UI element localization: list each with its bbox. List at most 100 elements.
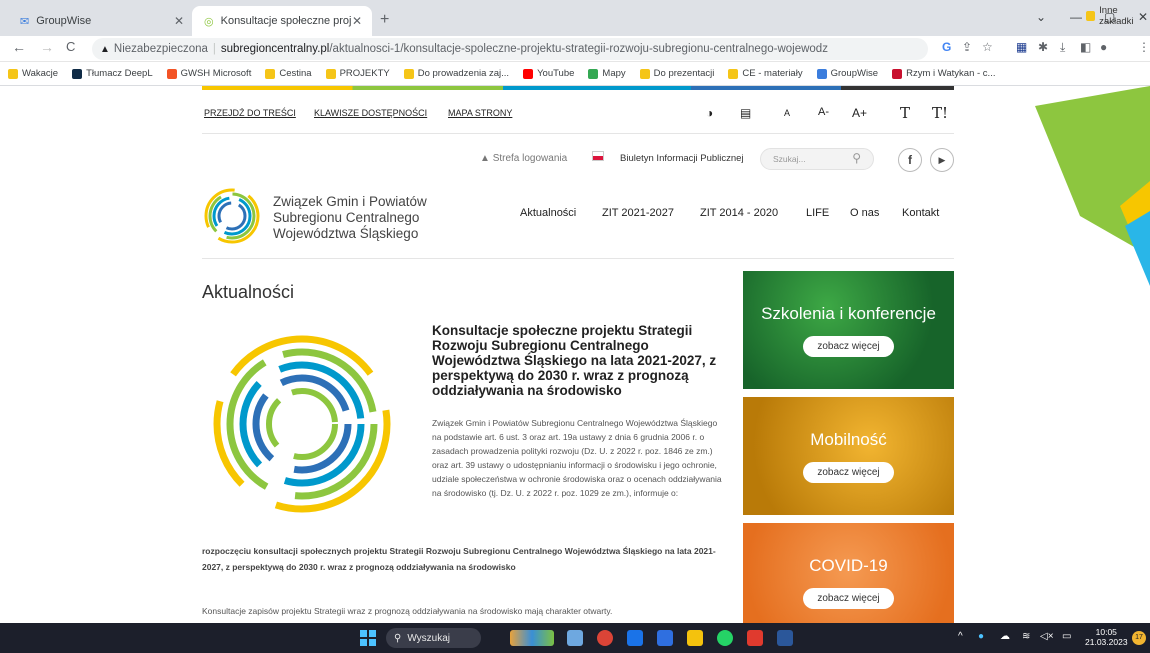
bookmark-item[interactable]: PROJEKTY (325, 68, 390, 79)
promo-szkolenia[interactable]: Szkolenia i konferencje zobacz więcej (743, 271, 954, 389)
bookmark-item[interactable]: Mapy (588, 68, 626, 79)
font-larger-icon[interactable]: A- (818, 106, 829, 118)
taskbar-search[interactable]: ⚲ Wyszukaj (386, 628, 481, 648)
promo-button[interactable]: zobacz więcej (803, 335, 894, 357)
widgets-icon[interactable] (510, 630, 554, 646)
other-bookmarks[interactable]: Inne zakładki (1086, 5, 1150, 27)
chrome-icon[interactable] (597, 630, 613, 646)
bookmark-item[interactable]: Do prowadzenia zaj... (403, 68, 509, 79)
promo-covid[interactable]: COVID-19 zobacz więcej (743, 523, 954, 623)
warning-icon: ▲ (100, 43, 110, 55)
close-tab-icon[interactable]: ✕ (352, 14, 362, 28)
article-title: Konsultacje społeczne projektu Strategii… (432, 323, 717, 398)
login-link[interactable]: ▲ Strefa logowania (480, 153, 567, 164)
bookmark-icon (265, 68, 276, 79)
bookmark-icon (8, 68, 18, 79)
profile-avatar-icon[interactable]: ● (1100, 40, 1107, 54)
bookmark-item[interactable]: Tłumacz DeepL (72, 68, 153, 79)
nav-zit-2021[interactable]: ZIT 2021-2027 (602, 207, 674, 219)
wifi-icon[interactable]: ≋ (1022, 631, 1030, 642)
sitemap-link[interactable]: MAPA STRONY (448, 108, 512, 118)
promo-mobilnosc[interactable]: Mobilność zobacz więcej (743, 397, 954, 515)
site-name[interactable]: Związek Gmin i Powiatów Subregionu Centr… (273, 194, 427, 242)
bookmark-item[interactable]: Wakacje (8, 68, 58, 79)
extension-icon[interactable]: ▦ (1016, 40, 1027, 54)
nav-life[interactable]: LIFE (806, 207, 829, 219)
onedrive-icon[interactable]: ☁ (1000, 631, 1010, 642)
promo-title: Mobilność (810, 429, 887, 449)
whatsapp-icon[interactable] (717, 630, 733, 646)
outlook-icon[interactable] (627, 630, 643, 646)
new-tab-button[interactable]: + (380, 11, 389, 29)
bookmark-label: Cestina (279, 68, 312, 79)
nav-zit-2014[interactable]: ZIT 2014 - 2020 (700, 207, 778, 219)
bookmark-item[interactable]: Do prezentacji (639, 68, 715, 79)
bookmark-item[interactable]: YouTube (523, 68, 574, 79)
battery-icon[interactable]: ▭ (1062, 631, 1071, 642)
nav-o-nas[interactable]: O nas (850, 207, 879, 219)
nav-aktualnosci[interactable]: Aktualności (520, 207, 576, 219)
bookmark-label: Wakacje (22, 68, 59, 79)
bookmark-label: Do prezentacji (653, 68, 715, 79)
contrast-icon[interactable]: ◑ (706, 106, 713, 120)
bookmark-item[interactable]: CE - materiały (728, 68, 803, 79)
search-icon[interactable]: ⚲ (852, 151, 861, 165)
start-button[interactable] (360, 630, 376, 646)
notification-badge[interactable]: 17 (1132, 631, 1146, 645)
clock-time: 10:05 (1095, 627, 1117, 637)
extensions-puzzle-icon[interactable]: ✱ (1038, 40, 1048, 54)
bookmark-label: GroupWise (830, 68, 879, 79)
word-icon[interactable] (777, 630, 793, 646)
tab-search-icon[interactable]: ⌄ (1036, 10, 1046, 24)
file-explorer-icon[interactable] (687, 630, 703, 646)
bookmark-icon (816, 68, 827, 79)
utility-bar: ▲ Strefa logowania Biuletyn Informacji P… (202, 146, 954, 174)
facebook-icon[interactable]: f (898, 148, 922, 172)
forward-button[interactable]: → (40, 39, 54, 55)
side-panel-icon[interactable]: ◧ (1080, 40, 1091, 54)
font-largest-icon[interactable]: A+ (852, 106, 867, 120)
access-keys-link[interactable]: KLAWISZE DOSTĘPNOŚCI (314, 108, 427, 118)
back-button[interactable]: ← (12, 39, 26, 55)
download-icon[interactable]: ⤓ (1060, 40, 1065, 55)
section-title: Aktualności (202, 282, 295, 302)
line-height-icon[interactable]: T! (932, 104, 948, 122)
bookmark-item[interactable]: Cestina (265, 68, 312, 79)
close-tab-icon[interactable]: ✕ (174, 14, 184, 28)
promo-button[interactable]: zobacz więcej (803, 461, 894, 483)
acrobat-icon[interactable] (747, 630, 763, 646)
nav-kontakt[interactable]: Kontakt (902, 207, 939, 219)
clock[interactable]: 10:05 21.03.2023 (1085, 627, 1128, 647)
bookmark-item[interactable]: Rzym i Watykan - c... (892, 68, 995, 79)
letter-spacing-icon[interactable]: T (900, 104, 910, 122)
color-stripe (202, 86, 954, 90)
google-translate-icon[interactable]: G (942, 40, 951, 54)
volume-icon[interactable]: ◁× (1040, 631, 1054, 642)
mail-icon: ✉ (20, 15, 30, 28)
task-view-icon[interactable] (567, 630, 583, 646)
minimize-button[interactable]: — (1070, 10, 1082, 24)
promo-button[interactable]: zobacz więcej (803, 587, 894, 609)
text-version-icon[interactable]: ▤ (740, 106, 751, 120)
bookmark-item[interactable]: GWSH Microsoft (166, 68, 251, 79)
menu-icon[interactable]: ⋮ (1138, 40, 1150, 54)
tray-app-icon[interactable]: ● (978, 631, 984, 642)
tab-groupwise[interactable]: ✉ GroupWise ✕ (8, 6, 194, 36)
skip-to-content-link[interactable]: PRZEJDŹ DO TREŚCI (204, 108, 296, 118)
search-input[interactable]: Szukaj... ⚲ (760, 148, 874, 170)
bookmark-label: Mapy (602, 68, 626, 79)
bookmark-star-icon[interactable]: ☆ (982, 40, 993, 54)
url-path: /aktualnosci-1/konsultacje-spoleczne-pro… (329, 43, 828, 55)
taskbar-search-label: Wyszukaj (407, 632, 451, 644)
tab-konsultacje[interactable]: ◎ Konsultacje społeczne projektu S ✕ (192, 6, 372, 36)
share-icon[interactable]: ⇪ (962, 40, 972, 54)
bookmark-item[interactable]: GroupWise (816, 68, 879, 79)
store-icon[interactable] (657, 630, 673, 646)
bip-link[interactable]: Biuletyn Informacji Publicznej (620, 153, 744, 164)
tray-chevron-icon[interactable]: ^ (958, 631, 963, 642)
bookmark-label: Tłumacz DeepL (86, 68, 153, 79)
address-bar[interactable]: ▲ Niezabezpieczona | subregioncentralny.… (92, 38, 928, 60)
font-normal-icon[interactable]: A (784, 108, 790, 118)
youtube-icon[interactable]: ▶ (930, 148, 954, 172)
reload-button[interactable]: C (66, 39, 75, 54)
